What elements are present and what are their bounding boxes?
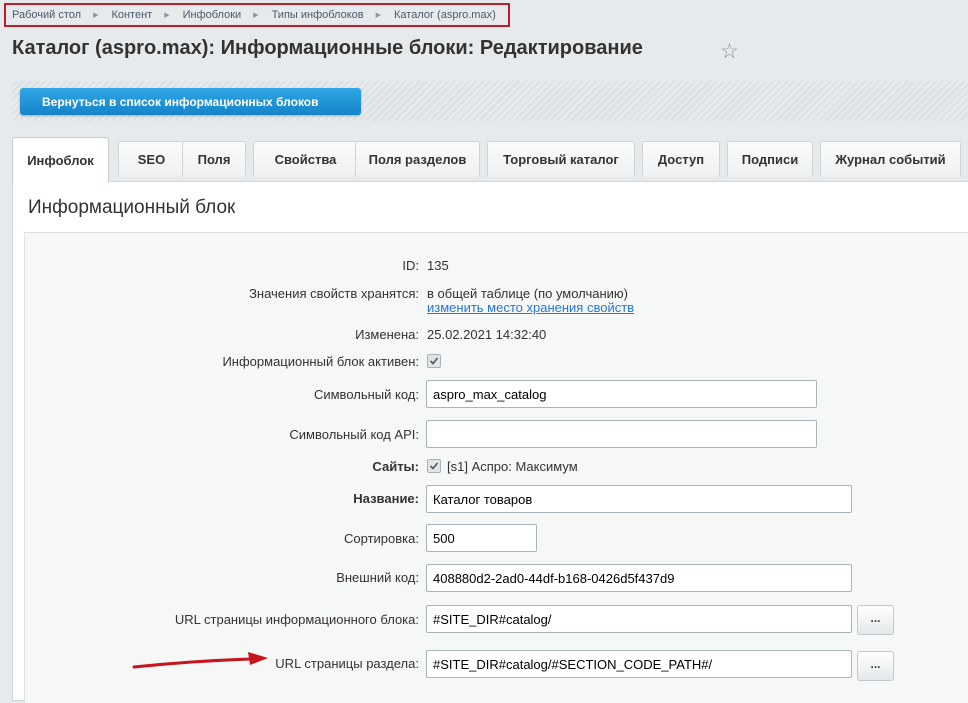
tab-trade-catalog[interactable]: Торговый каталог bbox=[487, 141, 635, 177]
breadcrumb-item-iblocks[interactable]: Инфоблоки bbox=[183, 9, 242, 21]
code-input[interactable]: aspro_max_catalog bbox=[426, 380, 817, 408]
chevron-right-icon: ▶ bbox=[164, 12, 170, 19]
section-url-input[interactable]: #SITE_DIR#catalog/#SECTION_CODE_PATH#/ bbox=[426, 650, 852, 678]
tab-event-log[interactable]: Журнал событий bbox=[820, 141, 961, 177]
tab-fields[interactable]: Поля bbox=[182, 141, 246, 177]
tab-access[interactable]: Доступ bbox=[642, 141, 720, 177]
code-label: Символьный код: bbox=[313, 387, 419, 402]
modified-value: 25.02.2021 14:32:40 bbox=[427, 327, 547, 342]
list-url-label: URL страницы информационного блока: bbox=[174, 612, 419, 627]
tab-section-fields[interactable]: Поля разделов bbox=[355, 141, 480, 177]
storage-label: Значения свойств хранятся: bbox=[249, 286, 419, 301]
tab-properties[interactable]: Свойства bbox=[253, 141, 358, 177]
chevron-right-icon: ▶ bbox=[93, 12, 99, 19]
storage-value: в общей таблице (по умолчанию) bbox=[427, 286, 629, 301]
api-code-label: Символьный код API: bbox=[289, 427, 419, 442]
page-title: Каталог (aspro.max): Информационные блок… bbox=[12, 37, 643, 59]
checkmark-icon bbox=[429, 462, 439, 470]
chevron-right-icon: ▶ bbox=[375, 12, 382, 19]
arrow-right-icon bbox=[132, 652, 268, 669]
sites-label: Сайты: bbox=[372, 459, 419, 474]
id-value: 135 bbox=[427, 258, 449, 273]
list-url-input[interactable]: #SITE_DIR#catalog/ bbox=[426, 605, 852, 633]
star-icon[interactable]: ☆ bbox=[720, 39, 739, 64]
breadcrumb-item-catalog[interactable]: Каталог (aspro.max) bbox=[394, 9, 496, 21]
sort-label: Сортировка: bbox=[344, 531, 419, 546]
tab-iblock[interactable]: Инфоблок bbox=[12, 137, 109, 182]
active-label: Информационный блок активен: bbox=[222, 354, 419, 369]
external-code-input[interactable]: 408880d2-2ad0-44df-b168-0426d5f437d9 bbox=[426, 564, 852, 592]
api-code-input[interactable] bbox=[426, 420, 817, 448]
breadcrumb-item-content[interactable]: Контент bbox=[111, 9, 152, 21]
breadcrumb-item-iblock-types[interactable]: Типы инфоблоков bbox=[272, 9, 364, 21]
list-url-browse-button[interactable]: ... bbox=[857, 605, 894, 635]
breadcrumb: Рабочий стол ▶ Контент ▶ Инфоблоки ▶ Тип… bbox=[4, 3, 510, 27]
section-url-browse-button[interactable]: ... bbox=[857, 651, 894, 681]
tab-seo[interactable]: SEO bbox=[118, 141, 185, 177]
tab-captions[interactable]: Подписи bbox=[727, 141, 813, 177]
site-s1-checkbox[interactable] bbox=[427, 459, 441, 473]
sort-input[interactable]: 500 bbox=[426, 524, 537, 552]
name-label: Название: bbox=[353, 491, 419, 506]
site-s1-label: [s1] Аспро: Максимум bbox=[447, 459, 578, 474]
back-to-list-button[interactable]: Вернуться в список информационных блоков bbox=[20, 88, 361, 115]
section-url-label: URL страницы раздела: bbox=[275, 656, 419, 671]
active-checkbox[interactable] bbox=[427, 354, 441, 368]
name-input[interactable]: Каталог товаров bbox=[426, 485, 852, 513]
external-code-label: Внешний код: bbox=[336, 570, 419, 585]
id-label: ID: bbox=[402, 258, 419, 273]
chevron-right-icon: ▶ bbox=[253, 12, 259, 19]
breadcrumb-item-desktop[interactable]: Рабочий стол bbox=[12, 9, 81, 21]
checkmark-icon bbox=[429, 357, 439, 365]
modified-label: Изменена: bbox=[355, 327, 419, 342]
change-storage-link[interactable]: изменить место хранения свойств bbox=[427, 300, 634, 315]
section-title: Информационный блок bbox=[28, 197, 236, 218]
